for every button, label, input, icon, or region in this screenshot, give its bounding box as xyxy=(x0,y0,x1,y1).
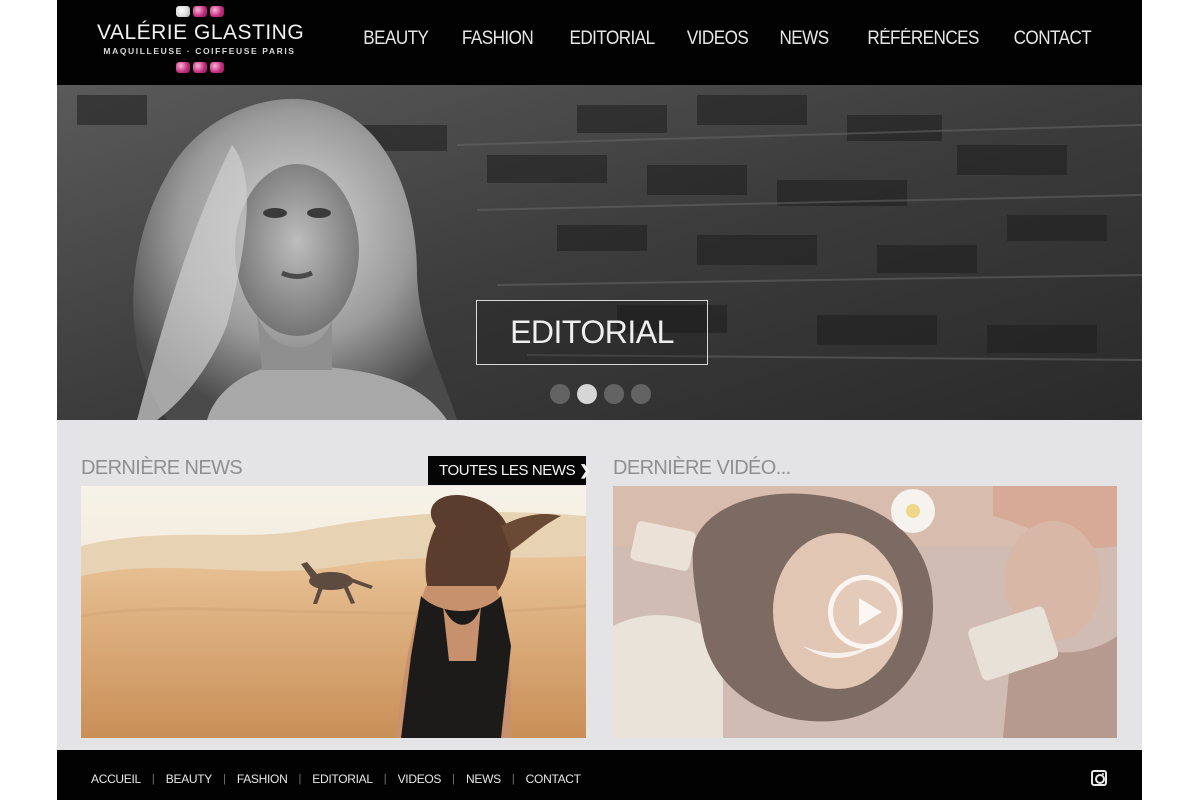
hero-slider[interactable]: EDITORIAL xyxy=(57,85,1142,420)
nav-item-fashion[interactable]: FASHION xyxy=(462,28,534,50)
latest-news-image[interactable] xyxy=(81,486,586,738)
footer-separator: | xyxy=(223,773,226,785)
footer-link-editorial[interactable]: EDITORIAL xyxy=(312,772,373,786)
nav-item-contact[interactable]: CONTACT xyxy=(1013,28,1091,50)
main-nav: BEAUTY FASHION EDITORIAL VIDEOS NEWS RÉF… xyxy=(356,28,1091,50)
all-news-button[interactable]: TOUTES LES NEWS ❯ xyxy=(428,456,591,485)
hero-image xyxy=(57,85,1142,420)
footer-separator: | xyxy=(511,773,515,785)
slider-pagination xyxy=(550,384,651,404)
footer-link-fashion[interactable]: FASHION xyxy=(237,772,288,786)
slider-dot[interactable] xyxy=(631,384,651,404)
footer-link-videos[interactable]: VIDEOS xyxy=(398,772,442,786)
nav-item-videos[interactable]: VIDEOS xyxy=(687,28,749,50)
chevron-right-icon: ❯ xyxy=(579,462,591,478)
play-icon[interactable] xyxy=(828,575,902,649)
news-image-desert xyxy=(81,486,586,738)
nav-item-news[interactable]: NEWS xyxy=(780,28,830,50)
logo-tagline: MAQUILLEUSE · COIFFEUSE PARIS xyxy=(103,46,296,56)
video-section-title: DERNIÈRE VIDÉO... xyxy=(613,457,791,479)
footer-separator: | xyxy=(452,773,455,785)
news-section-title: DERNIÈRE NEWS xyxy=(81,457,243,479)
instagram-icon[interactable] xyxy=(1091,770,1107,786)
footer-link-news[interactable]: NEWS xyxy=(466,772,501,786)
slider-dot[interactable] xyxy=(604,384,624,404)
header: VALÉRIE GLASTING MAQUILLEUSE · COIFFEUSE… xyxy=(57,0,1142,85)
logo-title: VALÉRIE GLASTING xyxy=(97,21,305,44)
logo[interactable]: VALÉRIE GLASTING MAQUILLEUSE · COIFFEUSE… xyxy=(97,6,305,76)
footer-link-beauty[interactable]: BEAUTY xyxy=(166,772,213,786)
logo-ornament-bottom xyxy=(97,62,302,74)
all-news-label: TOUTES LES NEWS xyxy=(439,462,576,479)
slider-dot[interactable] xyxy=(550,384,570,404)
nav-item-editorial[interactable]: EDITORIAL xyxy=(569,28,655,50)
nav-item-beauty[interactable]: BEAUTY xyxy=(363,28,429,50)
footer-link-accueil[interactable]: ACCUEIL xyxy=(91,772,141,786)
nav-item-references[interactable]: RÉFÉRENCES xyxy=(867,28,979,50)
footer-separator: | xyxy=(383,773,387,785)
site-container: VALÉRIE GLASTING MAQUILLEUSE · COIFFEUSE… xyxy=(57,0,1142,800)
logo-ornament-top xyxy=(97,6,302,18)
footer-link-contact[interactable]: CONTACT xyxy=(526,772,581,786)
footer-separator: | xyxy=(151,773,155,785)
footer-nav: ACCUEIL | BEAUTY | FASHION | EDITORIAL |… xyxy=(91,772,581,786)
hero-caption[interactable]: EDITORIAL xyxy=(476,300,708,365)
slider-dot-active[interactable] xyxy=(577,384,597,404)
latest-video-thumbnail[interactable] xyxy=(613,486,1117,738)
footer-separator: | xyxy=(298,773,302,785)
footer: ACCUEIL | BEAUTY | FASHION | EDITORIAL |… xyxy=(57,750,1142,800)
